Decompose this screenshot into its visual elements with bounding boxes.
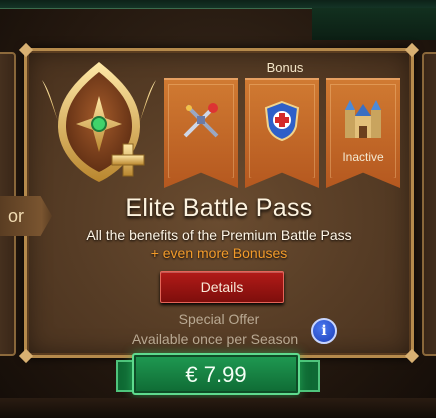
bottom-bar xyxy=(0,398,436,418)
details-button[interactable]: Details xyxy=(160,271,284,303)
info-icon[interactable]: i xyxy=(311,318,337,344)
top-right-panel xyxy=(312,8,436,40)
next-pass-card[interactable] xyxy=(422,52,436,356)
availability-note: Available once per Season xyxy=(131,331,299,347)
pass-description: All the benefits of the Premium Battle P… xyxy=(86,227,352,243)
castle-icon xyxy=(345,100,381,138)
bonus-label-inactive: Inactive xyxy=(342,150,384,164)
elite-emblem-icon xyxy=(42,62,156,182)
buy-price-button[interactable]: € 7.99 xyxy=(132,353,300,395)
bonus-ribbon-weapons[interactable] xyxy=(164,78,238,188)
bonus-title: Bonus xyxy=(266,60,304,75)
bonus-ribbon-castle[interactable]: Inactive xyxy=(326,78,400,188)
special-offer-label: Special Offer xyxy=(178,311,260,327)
crossed-weapons-icon xyxy=(183,103,219,138)
price-ornament-right xyxy=(298,360,320,392)
bonus-ribbon-shield[interactable] xyxy=(245,78,319,188)
pass-extra-bonuses: + even more Bonuses xyxy=(150,245,288,261)
or-label: or xyxy=(8,206,25,226)
shield-cross-icon xyxy=(264,100,300,142)
pass-title: Elite Battle Pass xyxy=(125,194,313,222)
